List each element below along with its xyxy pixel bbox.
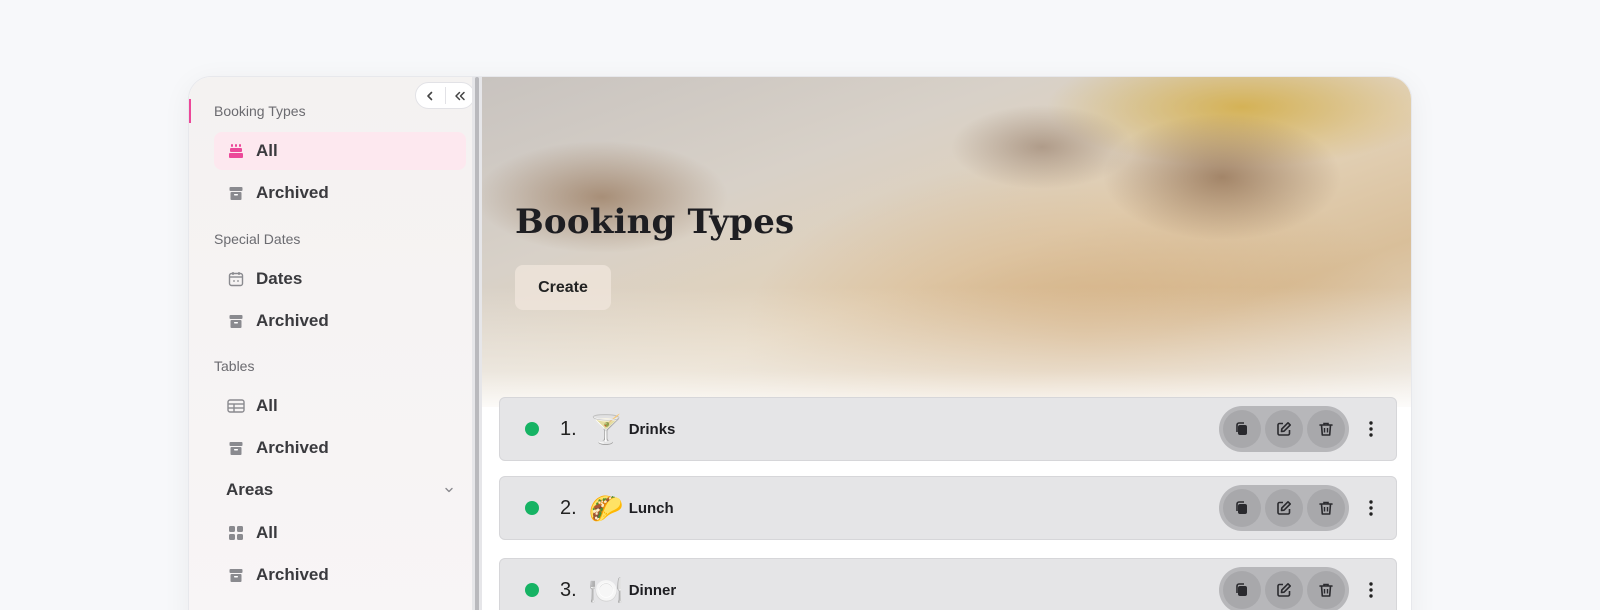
trash-icon (1319, 501, 1333, 515)
archive-icon (227, 439, 245, 457)
collapse-sidebar-button[interactable] (416, 83, 445, 108)
sidebar-item-label: Archived (256, 183, 329, 202)
sidebar-item-label: All (256, 523, 278, 542)
sidebar-item-label: Archived (256, 438, 329, 457)
sidebar-resize-handle[interactable] (472, 77, 482, 610)
archive-icon (227, 566, 245, 584)
more-options-button[interactable] (1357, 576, 1385, 604)
edit-icon (1277, 583, 1291, 597)
duplicate-icon (1236, 422, 1247, 435)
duplicate-icon (1236, 583, 1247, 596)
sidebar-group-areas[interactable]: Areas (226, 475, 454, 505)
delete-button[interactable] (1307, 410, 1345, 448)
collapse-all-button[interactable] (445, 83, 474, 108)
cake-icon (227, 142, 245, 160)
more-options-button[interactable] (1357, 494, 1385, 522)
sidebar-item-areas-all[interactable]: All (214, 514, 466, 552)
sidebar-item-tables-all[interactable]: All (214, 387, 466, 425)
sidebar-accent-bar (189, 99, 191, 123)
status-indicator (525, 422, 539, 436)
item-emoji: 🌮 (588, 492, 624, 524)
delete-button[interactable] (1307, 571, 1345, 609)
sidebar-item-booking-types-archived[interactable]: Archived (214, 174, 466, 212)
duplicate-button[interactable] (1223, 571, 1261, 609)
sidebar-collapse-controls (415, 82, 475, 109)
archive-icon (227, 184, 245, 202)
more-options-button[interactable] (1357, 415, 1385, 443)
edit-button[interactable] (1265, 571, 1303, 609)
edit-button[interactable] (1265, 410, 1303, 448)
sidebar-item-label: Archived (256, 565, 329, 584)
sidebar-item-booking-types-all[interactable]: All (214, 132, 466, 170)
section-title-tables: Tables (214, 358, 255, 374)
item-name: Drinks (628, 420, 676, 438)
item-name: Dinner (628, 581, 677, 599)
duplicate-icon (1236, 501, 1247, 514)
hero-banner-image (482, 77, 1411, 407)
edit-icon (1277, 422, 1291, 436)
sidebar-item-tables-archived[interactable]: Archived (214, 429, 466, 467)
chevron-left-icon (427, 91, 433, 100)
more-vertical-icon (1369, 421, 1373, 437)
row-actions (1219, 567, 1349, 610)
calendar-icon (227, 270, 245, 288)
trash-icon (1319, 422, 1333, 436)
delete-button[interactable] (1307, 489, 1345, 527)
page-title: Booking Types (515, 202, 795, 242)
section-title-special-dates: Special Dates (214, 231, 301, 247)
section-title-booking-types: Booking Types (214, 103, 306, 119)
sidebar-item-label: All (256, 396, 278, 415)
more-vertical-icon (1369, 582, 1373, 598)
status-indicator (525, 583, 539, 597)
item-emoji: 🍸 (588, 413, 624, 445)
row-actions (1219, 406, 1349, 452)
sidebar-item-dates[interactable]: Dates (214, 260, 466, 298)
sidebar-item-areas-archived[interactable]: Archived (214, 556, 466, 594)
create-button[interactable]: Create (515, 265, 611, 310)
list-item[interactable]: 1. 🍸 Drinks (499, 397, 1397, 461)
sidebar: Booking Types All Archived Special Dates… (189, 77, 475, 610)
edit-icon (1277, 501, 1291, 515)
double-chevron-left-icon (455, 91, 465, 100)
main-content: Booking Types Create 1. 🍸 Drinks 2. 🌮 Lu… (482, 77, 1411, 610)
list-item[interactable]: 3. 🍽️ Dinner (499, 558, 1397, 610)
sidebar-item-label: Archived (256, 311, 329, 330)
sidebar-item-label: Dates (256, 269, 303, 288)
trash-icon (1319, 583, 1333, 597)
row-actions (1219, 485, 1349, 531)
item-number: 1. (560, 417, 577, 440)
sidebar-item-label: All (256, 141, 278, 160)
list-item[interactable]: 2. 🌮 Lunch (499, 476, 1397, 540)
table-icon (227, 397, 245, 415)
more-vertical-icon (1369, 500, 1373, 516)
grid-icon (227, 524, 245, 542)
edit-button[interactable] (1265, 489, 1303, 527)
duplicate-button[interactable] (1223, 410, 1261, 448)
item-emoji: 🍽️ (588, 574, 624, 606)
chevron-down-icon (445, 487, 453, 493)
duplicate-button[interactable] (1223, 489, 1261, 527)
app-window: Booking Types All Archived Special Dates… (189, 77, 1411, 610)
status-indicator (525, 501, 539, 515)
archive-icon (227, 312, 245, 330)
item-number: 3. (560, 578, 577, 601)
item-name: Lunch (628, 499, 674, 517)
sidebar-group-label: Areas (226, 480, 274, 499)
item-number: 2. (560, 496, 577, 519)
sidebar-item-dates-archived[interactable]: Archived (214, 302, 466, 340)
